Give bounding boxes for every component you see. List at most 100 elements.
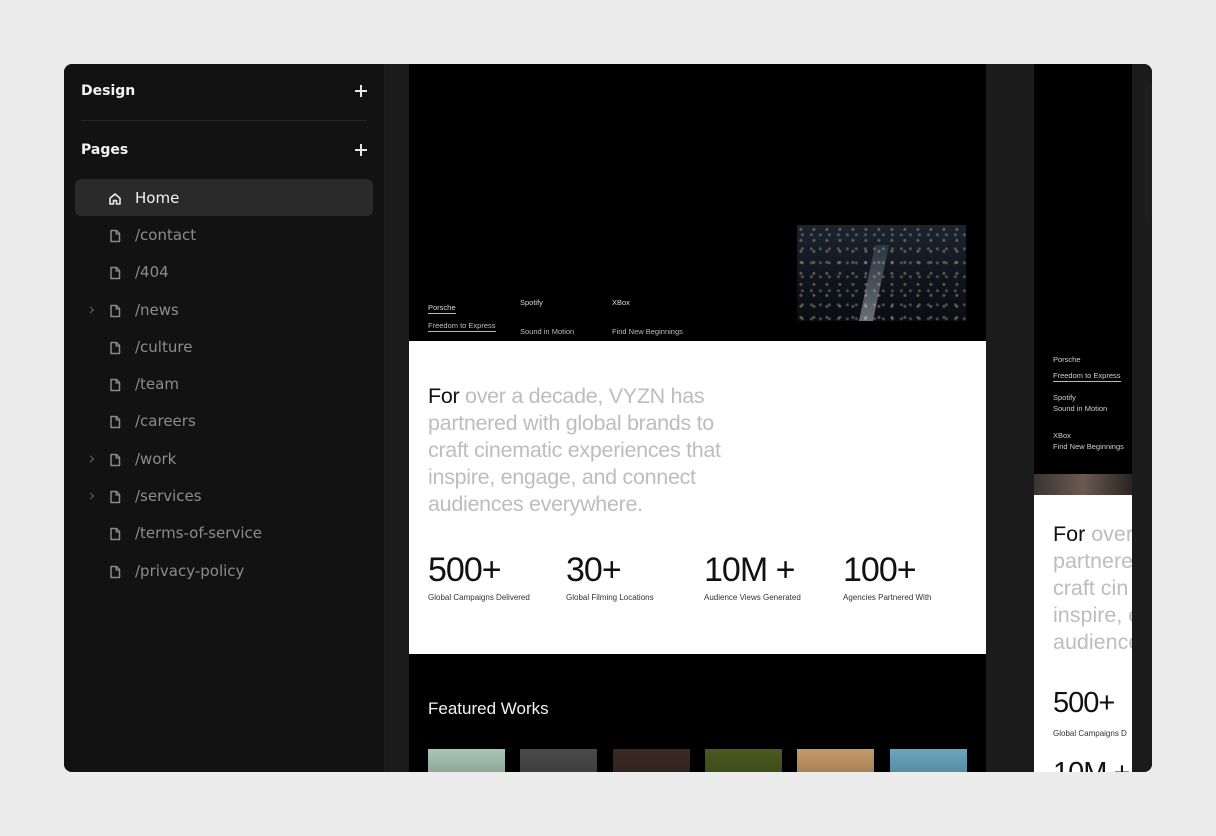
city-night-thumbnail	[797, 225, 966, 321]
design-section-title: Design	[81, 83, 136, 99]
page-item-label: /terms-of-service	[135, 524, 262, 543]
sidebar-divider	[81, 120, 367, 121]
mobile-stat-value: 500+	[1053, 687, 1115, 719]
mobile-about-line: craft cin	[1053, 576, 1129, 600]
stat-label: Audience Views Generated	[704, 593, 801, 602]
page-item-404[interactable]: /404	[75, 254, 373, 291]
mobile-about-line-text: over	[1085, 522, 1132, 546]
work-thumbnail[interactable]	[520, 749, 598, 772]
work-thumbnail[interactable]	[704, 749, 782, 772]
client-tagline: Sound in Motion	[1053, 404, 1108, 413]
stat-value: 500+	[428, 551, 502, 589]
page-icon	[108, 452, 122, 466]
page-item-label: /404	[135, 263, 169, 282]
stat-item: 100+ Agencies Partnered With	[843, 551, 932, 602]
page-icon	[108, 526, 122, 541]
work-thumbnail[interactable]	[797, 749, 875, 772]
page-item-label: /team	[135, 375, 179, 394]
stat-item: 500+ Global Campaigns Delivered	[428, 551, 530, 602]
page-item-work[interactable]: /work	[75, 440, 373, 477]
client-tagline: Sound in Motion	[520, 327, 575, 336]
client-tab[interactable]: Spotify Sound in Motion	[520, 297, 574, 337]
about-text: For over a decade, VYZN has partnered wi…	[428, 383, 758, 518]
page-item-home[interactable]: Home	[75, 179, 373, 217]
page-item-contact[interactable]: /contact	[75, 216, 373, 253]
stat-value: 30+	[566, 551, 622, 589]
about-rest: over a decade, VYZN has partnered with g…	[428, 384, 721, 516]
mobile-about-line: audience	[1053, 630, 1132, 654]
client-name: Porsche	[1053, 355, 1081, 364]
mobile-about-lead: For	[1053, 522, 1086, 546]
client-tab[interactable]: Porsche Freedom to Express	[428, 297, 496, 333]
mobile-about-text: For over partnere craft cin inspire, e audie…	[1053, 521, 1132, 656]
client-tagline: Find New Beginnings	[612, 327, 683, 336]
mobile-about-line: For over	[1053, 521, 1132, 548]
add-page-plus-icon[interactable]	[355, 144, 367, 156]
about-lead: For	[428, 384, 460, 408]
page-icon	[108, 414, 122, 429]
stat-item: 10M + Audience Views Generated	[704, 551, 801, 602]
page-item-label: Home	[135, 188, 180, 207]
page-icon	[108, 228, 122, 243]
app-window: Design Pages Home/contact/404/news/cultu…	[64, 64, 1152, 772]
pages-section-title: Pages	[81, 142, 129, 158]
mobile-client-item[interactable]: XBox Find New Beginnings	[1053, 430, 1124, 452]
client-tagline: Freedom to Express	[428, 321, 496, 332]
client-name: Spotify	[1053, 393, 1076, 402]
mobile-stat-label: Global Campaigns D	[1053, 729, 1127, 738]
mobile-client-item[interactable]: Porsche Freedom to Express	[1053, 354, 1121, 383]
chevron-right-icon[interactable]	[86, 492, 95, 500]
mobile-about-line: partnere	[1053, 549, 1132, 573]
page-item-news[interactable]: /news	[75, 291, 373, 328]
stat-label: Global Filming Locations	[566, 593, 654, 602]
desktop-preview-frame[interactable]: Porsche Freedom to Express Spotify Sound in…	[409, 64, 986, 772]
chevron-right-icon[interactable]	[86, 455, 95, 463]
stat-label: Agencies Partnered With	[843, 593, 932, 602]
page-item-team[interactable]: /team	[75, 365, 373, 402]
chevron-right-icon[interactable]	[86, 305, 95, 314]
page-item-privacy-policy[interactable]: /privacy-policy	[75, 552, 373, 589]
home-icon	[108, 191, 122, 205]
add-design-plus-icon[interactable]	[355, 85, 367, 97]
page-item-careers[interactable]: /careers	[75, 403, 373, 440]
page-item-culture[interactable]: /culture	[75, 328, 373, 365]
client-tab[interactable]: XBox Find New Beginnings	[612, 297, 683, 337]
scroll-handle[interactable]	[1145, 84, 1152, 224]
page-item-label: /privacy-policy	[135, 561, 245, 580]
client-name: Porsche	[428, 303, 456, 314]
work-thumbnail[interactable]	[889, 749, 967, 772]
page-item-label: /news	[135, 300, 179, 319]
page-icon	[108, 340, 122, 355]
page-item-label: /work	[135, 449, 177, 468]
page-item-label: /culture	[135, 337, 193, 356]
page-item-label: /contact	[135, 225, 197, 244]
client-tagline: Find New Beginnings	[1053, 442, 1124, 451]
mobile-about-line: inspire, e	[1053, 603, 1132, 627]
page-item-terms-of-service[interactable]: /terms-of-service	[75, 515, 373, 552]
page-item-services[interactable]: /services	[75, 477, 373, 514]
work-thumbnail[interactable]	[428, 749, 505, 772]
mobile-preview-frame[interactable]: Porsche Freedom to Express Spotify Sound in…	[1034, 64, 1132, 772]
client-name: XBox	[1053, 431, 1071, 440]
mobile-about-section: For over partnere craft cin inspire, e audie…	[1034, 495, 1132, 772]
design-canvas[interactable]: Porsche Freedom to Express Spotify Sound in…	[385, 64, 1152, 772]
sidebar: Design Pages Home/contact/404/news/cultu…	[64, 64, 385, 772]
featured-works-title: Featured Works	[428, 699, 549, 718]
design-section-header: Design	[81, 81, 367, 101]
work-thumbnail[interactable]	[612, 749, 690, 772]
page-icon	[108, 564, 122, 578]
page-icon	[108, 303, 122, 317]
client-tagline: Freedom to Express	[1053, 371, 1121, 382]
page-list: Home/contact/404/news/culture/team/caree…	[75, 179, 373, 589]
stat-label: Global Campaigns Delivered	[428, 593, 530, 602]
page-item-label: /careers	[135, 412, 196, 431]
client-name: XBox	[612, 298, 630, 307]
pages-section-header: Pages	[81, 140, 367, 160]
page-icon	[108, 489, 122, 504]
about-section: For over a decade, VYZN has partnered wi…	[409, 341, 986, 654]
page-icon	[108, 265, 122, 280]
page-icon	[108, 377, 122, 392]
page-item-label: /services	[135, 487, 202, 506]
mobile-client-item[interactable]: Spotify Sound in Motion	[1053, 392, 1107, 414]
mobile-stat-value-2: 10M +	[1053, 757, 1130, 772]
